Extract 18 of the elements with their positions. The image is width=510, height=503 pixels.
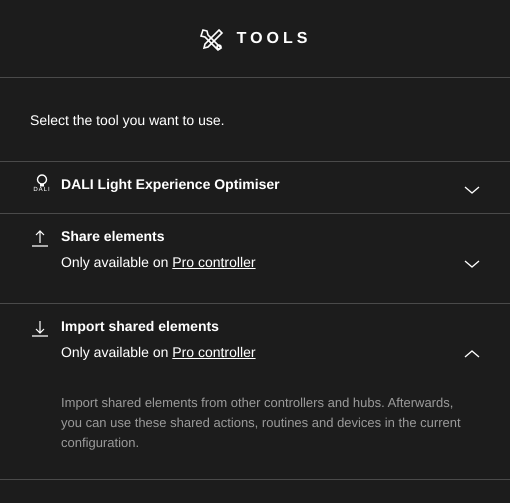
tool-row[interactable]: Import shared elements Only available on Pro controller (0, 304, 510, 393)
chevron-down-icon (464, 186, 480, 194)
download-icon (30, 318, 50, 338)
tool-title: DALI Light Experience Optimiser (61, 175, 281, 194)
page-title: TOOLS (236, 28, 312, 48)
upload-icon (30, 228, 50, 248)
tool-title: Import shared elements (61, 317, 220, 336)
chevron-up-icon (464, 350, 480, 358)
pro-controller-link[interactable]: Pro controller (172, 344, 256, 360)
tools-icon (198, 26, 225, 50)
tool-row[interactable]: Share elements Only available on Pro controller (0, 214, 510, 303)
pro-controller-link[interactable]: Pro controller (172, 254, 256, 270)
tool-description: Import shared elements from other controllers and hubs. Afterwards, you can use these shared actions, routines and devices in the current configuration. (60, 394, 462, 452)
availability-text: Only available on Pro controller (61, 253, 257, 272)
intro-text: Select the tool you want to use. (29, 111, 226, 130)
availability-text: Only available on Pro controller (61, 343, 257, 362)
chevron-down-icon (464, 260, 480, 268)
tool-title: Share elements (61, 227, 166, 246)
